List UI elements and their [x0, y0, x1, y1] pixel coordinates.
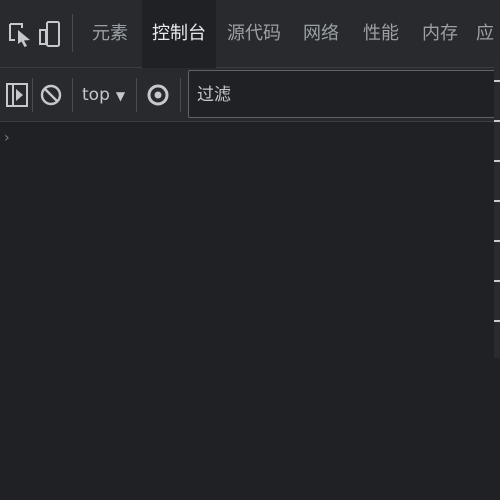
tab-bar-divider	[72, 14, 73, 52]
device-toolbar-icon[interactable]	[38, 20, 66, 48]
inspect-element-icon[interactable]	[6, 20, 34, 48]
tab-console[interactable]: 控制台	[142, 0, 216, 68]
toolbar-divider	[136, 78, 137, 112]
toolbar-divider	[72, 78, 73, 112]
console-toolbar: top ▼	[0, 68, 500, 122]
chevron-right-icon: ›	[4, 130, 10, 146]
sidebar-toggle-icon[interactable]	[4, 81, 32, 109]
clear-console-icon[interactable]	[38, 81, 66, 109]
chevron-down-icon: ▼	[115, 89, 126, 103]
side-panel-edge	[494, 58, 500, 358]
eye-icon[interactable]	[144, 81, 172, 109]
context-label: top	[82, 85, 110, 105]
filter-input[interactable]	[195, 79, 489, 111]
tab-performance[interactable]: 性能	[354, 0, 408, 68]
tab-memory[interactable]: 内存	[412, 0, 468, 68]
context-selector[interactable]: top ▼	[82, 80, 125, 110]
tab-elements[interactable]: 元素	[80, 0, 140, 68]
devtools-tab-bar: 元素 控制台 源代码 网络 性能 内存 应	[0, 0, 500, 68]
toolbar-divider	[180, 78, 181, 112]
filter-box	[188, 70, 500, 118]
devtools-window: 元素 控制台 源代码 网络 性能 内存 应 top ▼ 过滤 ›	[0, 0, 500, 500]
tab-sources[interactable]: 源代码	[220, 0, 288, 68]
console-output[interactable]: ›	[0, 122, 500, 500]
tab-network[interactable]: 网络	[294, 0, 348, 68]
toolbar-divider	[32, 78, 33, 112]
